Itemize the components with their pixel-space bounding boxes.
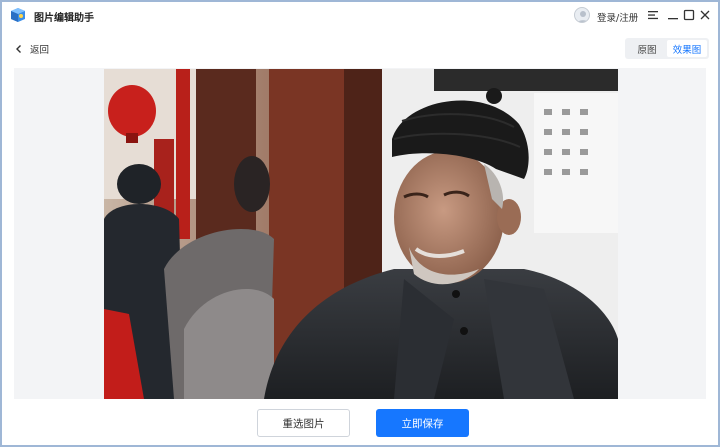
user-avatar-icon[interactable] xyxy=(574,7,590,23)
image-preview-area xyxy=(14,68,706,399)
reselect-image-button[interactable]: 重选图片 xyxy=(257,409,350,437)
back-label: 返回 xyxy=(30,45,50,56)
app-title: 图片编辑助手 xyxy=(34,13,94,24)
title-bar: 图片编辑助手 登录/注册 xyxy=(2,2,718,30)
close-icon[interactable] xyxy=(696,6,714,24)
save-now-button[interactable]: 立即保存 xyxy=(376,409,469,437)
app-window: 图片编辑助手 登录/注册 返回 原图 效果图 重选图片 立即保存 xyxy=(0,0,720,447)
tab-result[interactable]: 效果图 xyxy=(667,40,707,57)
tab-original[interactable]: 原图 xyxy=(627,40,667,57)
chevron-left-icon xyxy=(16,45,21,53)
menu-icon[interactable] xyxy=(644,6,662,24)
view-toggle: 原图 效果图 xyxy=(625,38,709,59)
app-logo-icon xyxy=(9,6,27,24)
result-photo xyxy=(104,69,618,399)
login-register-link[interactable]: 登录/注册 xyxy=(597,10,638,24)
back-button[interactable]: 返回 xyxy=(14,42,49,56)
